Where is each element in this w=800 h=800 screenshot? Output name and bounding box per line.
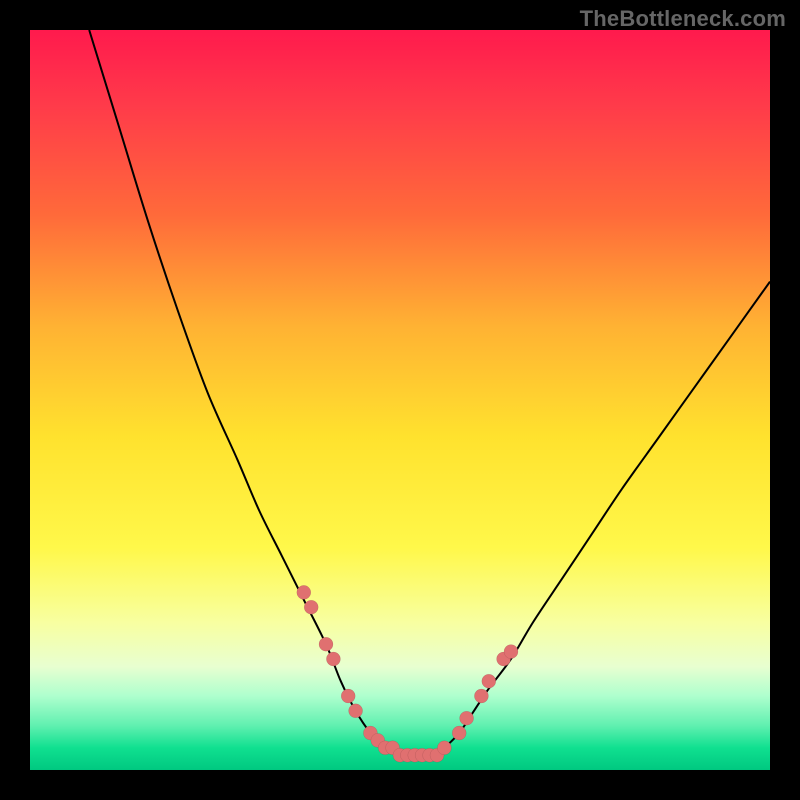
chart-svg — [30, 30, 770, 770]
marker-point — [452, 726, 466, 740]
left-curve — [89, 30, 385, 748]
marker-point — [341, 689, 355, 703]
marker-point — [319, 637, 333, 651]
marker-point — [474, 689, 488, 703]
marker-point — [460, 711, 474, 725]
marker-point — [326, 652, 340, 666]
plot-area — [30, 30, 770, 770]
marker-point — [304, 600, 318, 614]
marker-point — [297, 585, 311, 599]
watermark-text: TheBottleneck.com — [580, 6, 786, 32]
marker-group — [297, 585, 518, 762]
marker-point — [349, 704, 363, 718]
chart-stage: TheBottleneck.com — [0, 0, 800, 800]
marker-point — [437, 741, 451, 755]
marker-point — [504, 645, 518, 659]
marker-point — [482, 674, 496, 688]
